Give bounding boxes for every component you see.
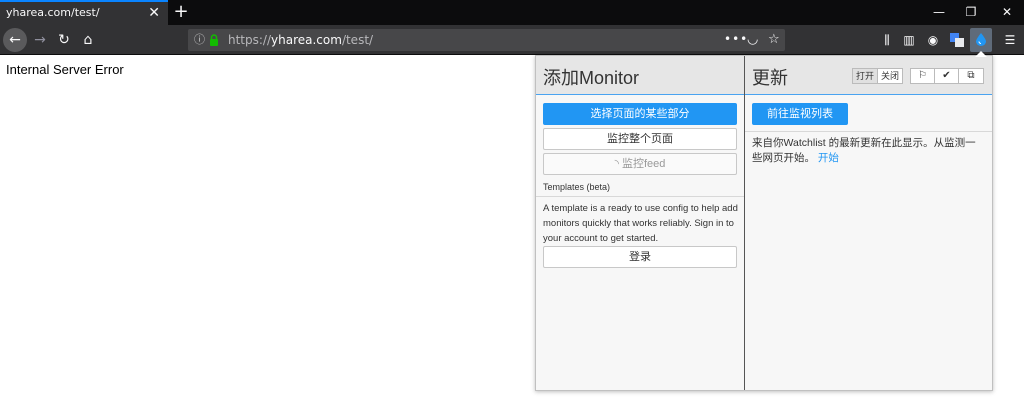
updates-header: 更新 打开 关闭 ⚐ ✔ ⧉ <box>745 56 992 95</box>
url-text[interactable]: https://yharea.com/test/ <box>228 29 373 51</box>
monitor-feed-label: 监控feed <box>621 158 666 170</box>
updates-title: 更新 <box>752 68 788 88</box>
select-parts-button[interactable]: 选择页面的某些部分 <box>543 103 737 125</box>
templates-divider <box>536 196 744 197</box>
page-actions-icon[interactable]: ••• <box>724 29 748 49</box>
navigation-toolbar: ← → ↻ ⌂ ⓘ https://yharea.com/test/ ••• ◡… <box>0 25 1024 55</box>
start-link[interactable]: 开始 <box>818 152 839 164</box>
updates-toggle: 打开 关闭 <box>852 68 904 84</box>
tab-active[interactable]: yharea.com/test/ ✕ <box>0 0 168 25</box>
toggle-off[interactable]: 关闭 <box>878 69 902 83</box>
toggle-on[interactable]: 打开 <box>853 69 879 83</box>
page-error-text: Internal Server Error <box>6 62 124 77</box>
updates-info: 来自你Watchlist 的最新更新在此显示。从监测一些网页开始。 开始 <box>752 136 986 166</box>
new-tab-icon[interactable]: + <box>172 0 190 25</box>
run-icon[interactable]: ⚐ <box>911 69 935 83</box>
login-button[interactable]: 登录 <box>543 246 737 268</box>
lock-icon <box>210 34 218 46</box>
popup-arrow <box>975 51 987 57</box>
updates-panel: 更新 打开 关闭 ⚐ ✔ ⧉ 前往监视列表 来自你Watchlist 的最新更新… <box>745 56 992 390</box>
bookmark-star-icon[interactable]: ☆ <box>768 29 780 51</box>
window-close-icon[interactable]: ✕ <box>992 0 1022 25</box>
sidebar-icon[interactable]: ▥ <box>898 28 920 52</box>
tab-title: yharea.com/test/ <box>6 6 100 19</box>
updates-divider <box>745 131 992 132</box>
templates-label: Templates (beta) <box>543 182 611 192</box>
library-icon[interactable]: ⫼ <box>876 28 898 52</box>
updates-actions: ⚐ ✔ ⧉ <box>910 68 984 84</box>
url-prefix: https:// <box>228 33 272 47</box>
restore-icon[interactable]: ❐ <box>956 0 986 25</box>
extension-popup: 添加Monitor 选择页面的某些部分 监控整个页面 ◝ 监控feed Temp… <box>535 55 993 391</box>
forward-button-icon[interactable]: → <box>28 28 52 52</box>
monitor-feed-button[interactable]: ◝ 监控feed <box>543 153 737 175</box>
url-path: /test/ <box>341 33 374 47</box>
menu-icon[interactable]: ☰ <box>999 28 1021 52</box>
minimize-icon[interactable]: — <box>924 0 954 25</box>
translate-icon[interactable] <box>946 28 968 52</box>
back-button-icon[interactable]: ← <box>3 28 27 52</box>
monitor-page-button[interactable]: 监控整个页面 <box>543 128 737 150</box>
goto-watchlist-button[interactable]: 前往监视列表 <box>752 103 848 125</box>
external-link-icon[interactable]: ⧉ <box>959 69 983 83</box>
rss-icon: ◝ <box>614 158 619 170</box>
info-icon[interactable]: ⓘ <box>194 29 205 51</box>
updates-info-text: 来自你Watchlist 的最新更新在此显示。从监测一些网页开始。 <box>752 137 976 164</box>
pocket-icon[interactable]: ◡ <box>747 29 758 51</box>
url-bar[interactable]: ⓘ https://yharea.com/test/ ••• ◡ ☆ <box>188 29 785 51</box>
close-tab-icon[interactable]: ✕ <box>148 2 160 24</box>
add-monitor-header: 添加Monitor <box>536 56 744 95</box>
add-monitor-panel: 添加Monitor 选择页面的某些部分 监控整个页面 ◝ 监控feed Temp… <box>536 56 745 390</box>
account-icon[interactable]: ◉ <box>922 28 944 52</box>
checkmark-icon[interactable]: ✔ <box>935 69 959 83</box>
add-monitor-title: 添加Monitor <box>543 68 640 88</box>
reload-icon[interactable]: ↻ <box>52 28 76 52</box>
url-host: yharea.com <box>271 33 342 47</box>
home-icon[interactable]: ⌂ <box>76 28 100 52</box>
tab-strip: yharea.com/test/ ✕ + — ❐ ✕ <box>0 0 1024 25</box>
distill-extension-icon[interactable] <box>970 28 992 52</box>
templates-help-text: A template is a ready to use config to h… <box>543 203 738 244</box>
